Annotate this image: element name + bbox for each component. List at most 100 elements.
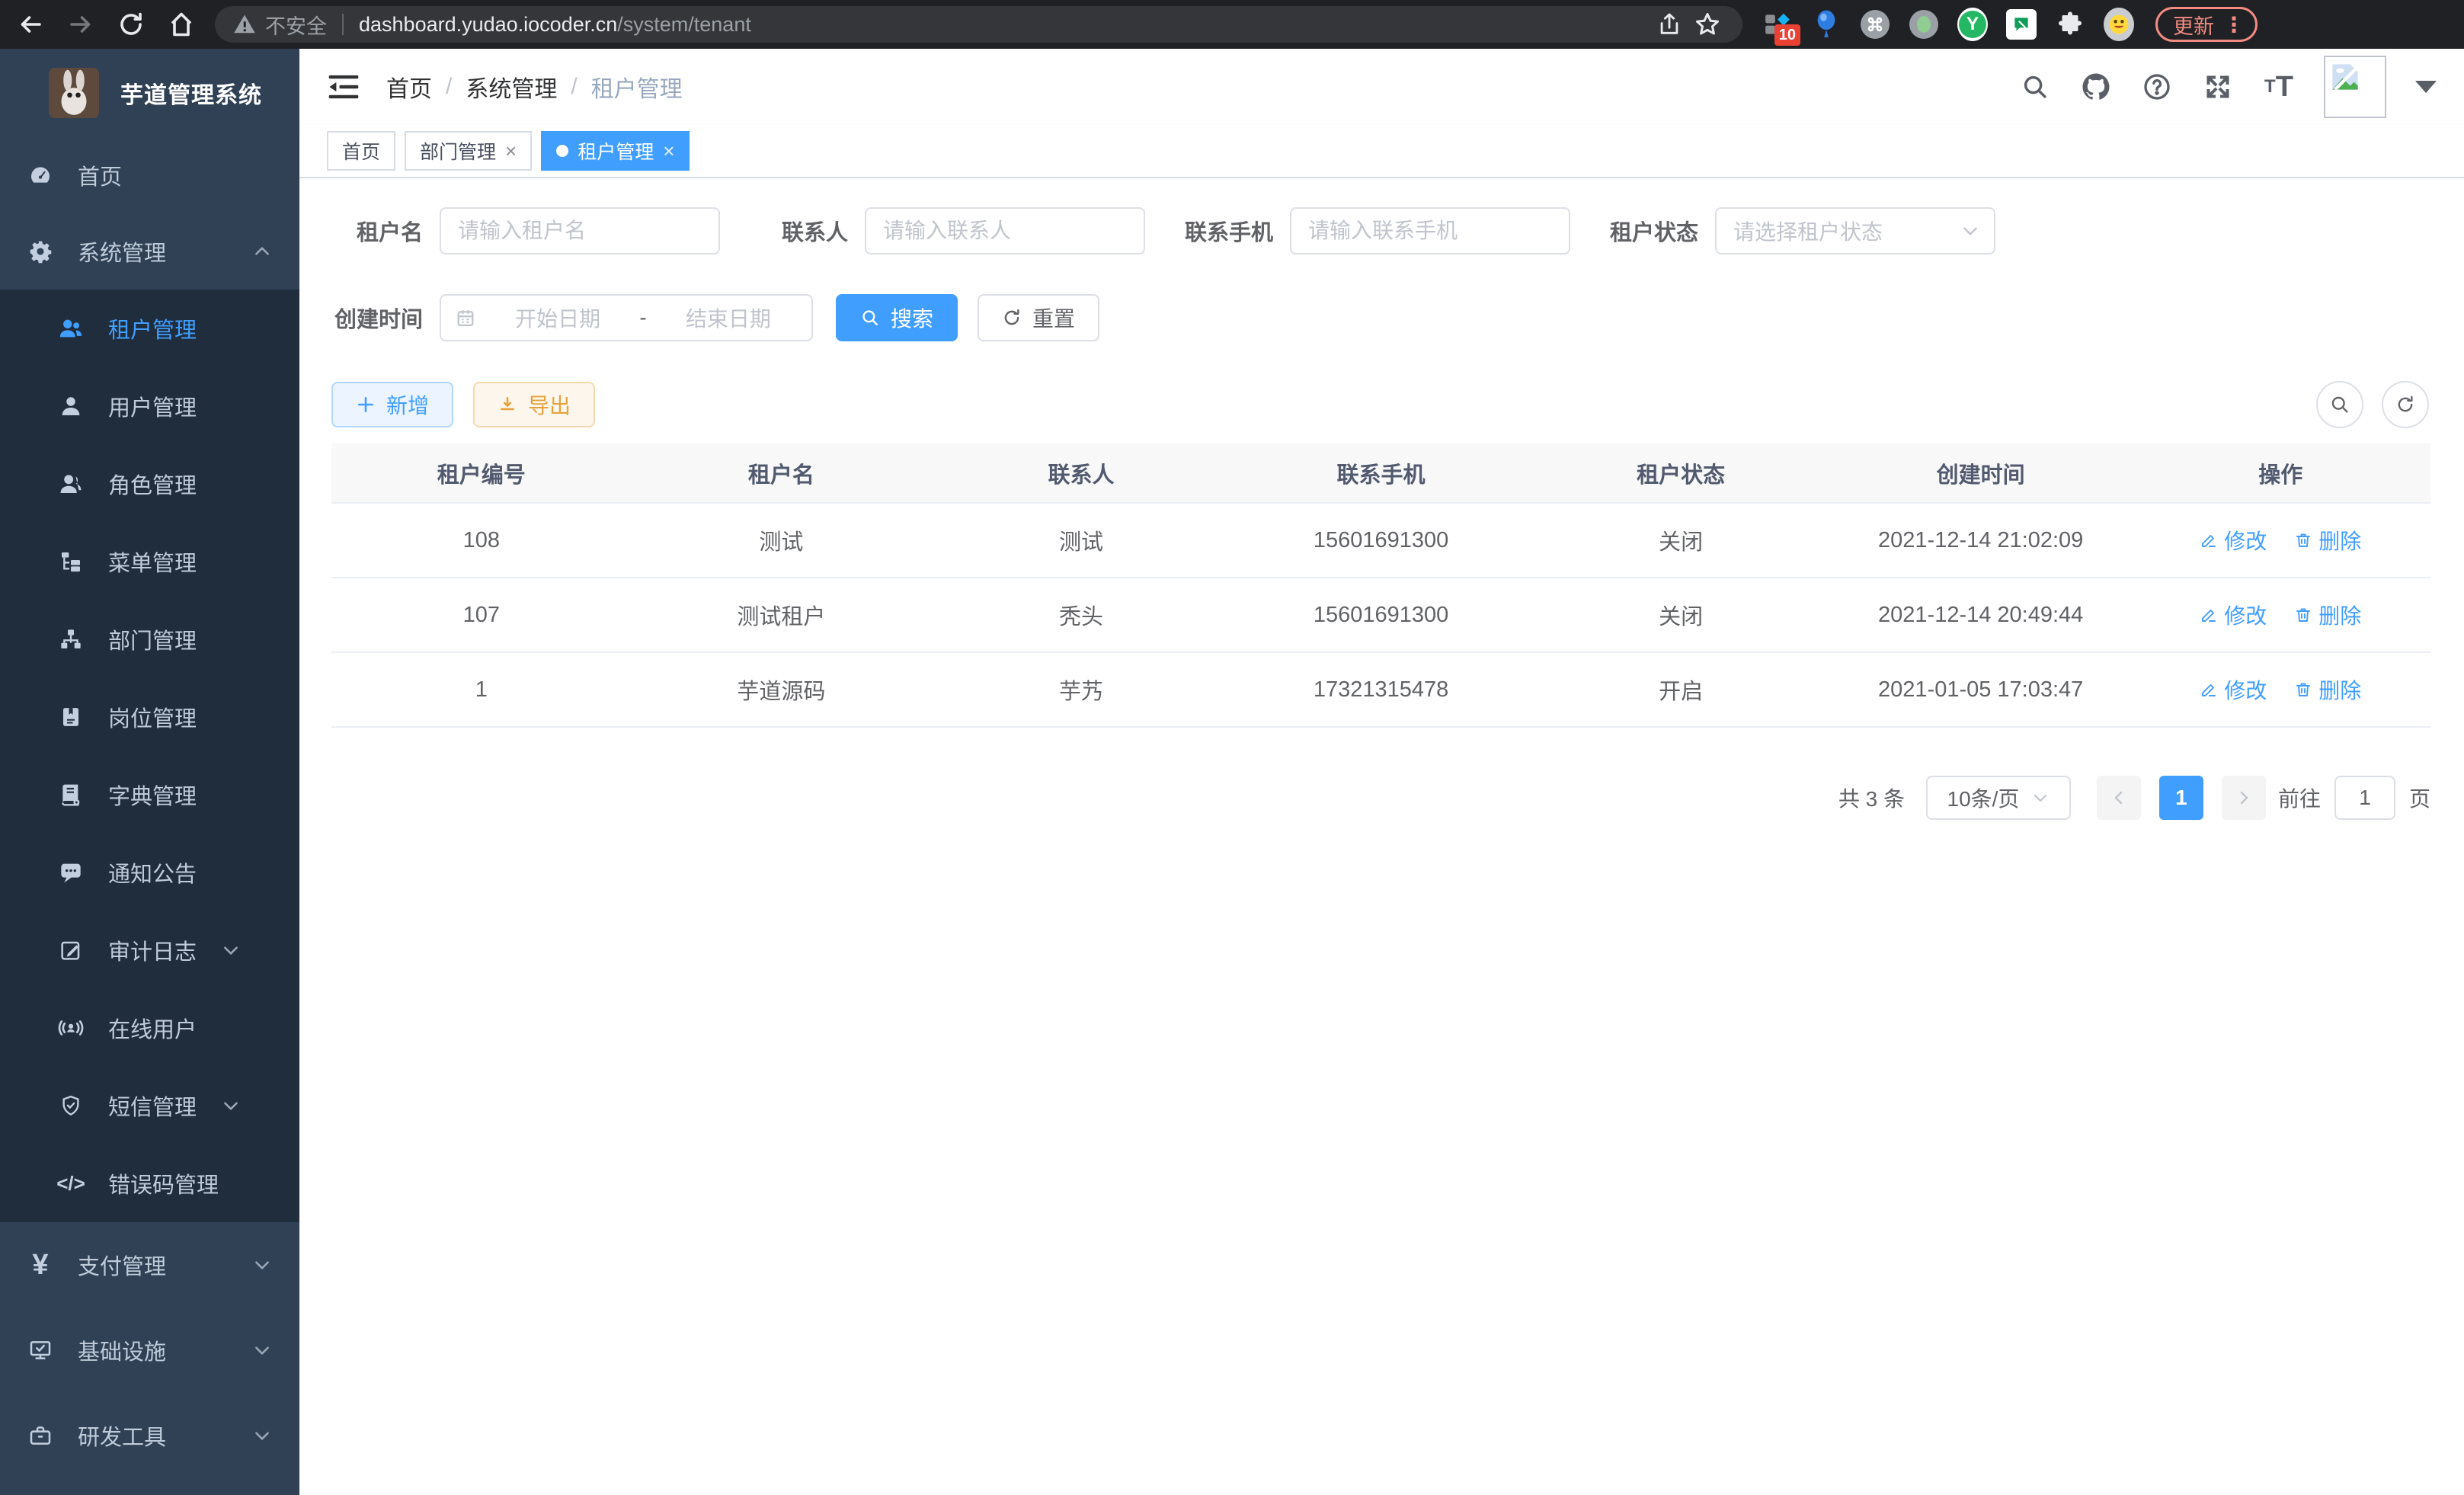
github-icon[interactable] xyxy=(2080,71,2112,103)
status-select[interactable]: 请选择租户状态 xyxy=(1715,207,1995,255)
home-icon[interactable] xyxy=(165,8,198,41)
sidebar-item-user[interactable]: 用户管理 xyxy=(0,367,299,445)
refresh-table-button[interactable] xyxy=(2382,381,2429,428)
pagination-total: 共 3 条 xyxy=(1838,783,1905,813)
avatar-caret-icon[interactable] xyxy=(2415,81,2437,93)
goto-page-input[interactable] xyxy=(2334,776,2395,820)
sidebar-item-label: 研发工具 xyxy=(78,1420,228,1452)
chrome-menu-icon[interactable]: ⋮ xyxy=(2223,12,2245,37)
delete-link[interactable]: 删除 xyxy=(2294,674,2361,705)
delete-link[interactable]: 删除 xyxy=(2294,600,2361,630)
reload-icon[interactable] xyxy=(114,8,148,41)
sidebar-item-infra[interactable]: 基础设施 xyxy=(0,1308,299,1393)
toolbar-row: 新增 导出 xyxy=(331,381,595,428)
start-date-placeholder[interactable]: 开始日期 xyxy=(488,303,627,333)
forward-icon[interactable] xyxy=(64,8,98,41)
extension-hangouts-icon[interactable] xyxy=(2006,9,2037,40)
chevron-up-icon xyxy=(252,242,272,261)
contact-label: 联系人 xyxy=(757,215,848,247)
user-icon xyxy=(58,393,84,419)
search-button[interactable]: 搜索 xyxy=(836,294,958,341)
prev-page-button[interactable] xyxy=(2097,776,2141,820)
sidebar-item-menu[interactable]: 菜单管理 xyxy=(0,523,299,600)
extension-puzzle-icon[interactable] xyxy=(2055,9,2085,40)
tab-dept[interactable]: 部门管理 × xyxy=(405,131,532,171)
back-icon[interactable] xyxy=(14,8,47,41)
end-date-placeholder[interactable]: 结束日期 xyxy=(659,303,798,333)
show-search-toggle-button[interactable] xyxy=(2316,381,2363,428)
extension-balloon-icon[interactable] xyxy=(1811,9,1842,40)
cell-status: 开启 xyxy=(1531,653,1831,726)
edit-link[interactable]: 修改 xyxy=(2200,525,2267,555)
download-icon xyxy=(498,395,517,415)
add-button[interactable]: 新增 xyxy=(331,382,453,427)
sidebar-item-sms[interactable]: 短信管理 xyxy=(0,1067,299,1144)
edit-link[interactable]: 修改 xyxy=(2200,600,2267,630)
close-icon[interactable]: × xyxy=(505,141,517,161)
add-button-label: 新增 xyxy=(386,389,429,420)
page-size-value: 10条/页 xyxy=(1947,783,2020,813)
sidebar-item-system[interactable]: 系统管理 xyxy=(0,213,299,290)
reset-button[interactable]: 重置 xyxy=(978,294,1099,341)
sidebar-item-error-code[interactable]: </> 错误码管理 xyxy=(0,1144,299,1222)
date-range-picker[interactable]: 开始日期 - 结束日期 xyxy=(440,294,813,341)
chrome-update-button[interactable]: 更新 ⋮ xyxy=(2155,7,2258,42)
chevron-down-icon xyxy=(252,1255,272,1275)
not-secure-warning-icon[interactable] xyxy=(233,13,256,36)
sidebar-item-payment[interactable]: ¥ 支付管理 xyxy=(0,1222,299,1308)
extension-green-dot-icon[interactable] xyxy=(1909,9,1939,40)
chevron-down-icon xyxy=(221,1096,241,1116)
share-icon[interactable] xyxy=(1653,8,1686,41)
font-size-icon[interactable]: TT xyxy=(2263,71,2295,103)
shield-check-icon xyxy=(58,1093,84,1119)
sidebar-item-tenant[interactable]: 租户管理 xyxy=(0,290,299,367)
sidebar-item-online-users[interactable]: 在线用户 xyxy=(0,989,299,1067)
sidebar-item-role[interactable]: 角色管理 xyxy=(0,445,299,523)
extension-yuque-icon[interactable]: Y xyxy=(1957,9,1988,40)
tab-home[interactable]: 首页 xyxy=(327,131,395,171)
contact-input[interactable] xyxy=(865,207,1145,255)
sidebar-item-post[interactable]: 岗位管理 xyxy=(0,678,299,756)
sidebar-item-dept[interactable]: 部门管理 xyxy=(0,600,299,678)
bookmark-star-icon[interactable] xyxy=(1691,8,1724,41)
breadcrumb-home[interactable]: 首页 xyxy=(386,70,432,104)
sidebar-item-dict[interactable]: 字典管理 xyxy=(0,756,299,834)
extension-emoji-icon[interactable] xyxy=(2104,9,2134,40)
export-button[interactable]: 导出 xyxy=(473,382,595,427)
sidebar-item-home[interactable]: 首页 xyxy=(0,137,299,213)
extension-command-icon[interactable] xyxy=(1860,9,1890,40)
delete-link[interactable]: 删除 xyxy=(2294,525,2361,555)
sidebar-item-label: 首页 xyxy=(78,159,272,191)
cell-contact: 测试 xyxy=(931,504,1231,577)
browser-toolbar: 不安全 dashboard.yudao.iocoder.cn/system/te… xyxy=(0,0,2464,49)
sidebar-item-audit-log[interactable]: 审计日志 xyxy=(0,911,299,989)
sidebar-fold-icon[interactable] xyxy=(327,72,360,102)
page-content: 租户名 联系人 联系手机 租户状态 请选择租户状态 创建时间 xyxy=(299,178,2464,1495)
online-user-icon xyxy=(58,1015,84,1041)
breadcrumb-system[interactable]: 系统管理 xyxy=(466,70,557,104)
app-logo-row[interactable]: 芋道管理系统 xyxy=(0,49,299,137)
cell-created: 2021-12-14 21:02:09 xyxy=(1831,504,2131,577)
search-icon[interactable] xyxy=(2019,71,2051,103)
edit-link[interactable]: 修改 xyxy=(2200,674,2267,705)
current-page-button[interactable]: 1 xyxy=(2159,776,2203,820)
tenant-name-input[interactable] xyxy=(440,207,720,255)
avatar-broken-image[interactable] xyxy=(2324,56,2386,118)
url-text[interactable]: dashboard.yudao.iocoder.cn/system/tenant xyxy=(359,13,751,37)
tab-tenant[interactable]: 租户管理 × xyxy=(541,131,690,171)
phone-input[interactable] xyxy=(1290,207,1570,255)
extension-tampermonkey-icon[interactable]: 10 xyxy=(1762,9,1793,40)
sidebar-item-notice[interactable]: 通知公告 xyxy=(0,834,299,911)
chevron-down-icon xyxy=(221,940,241,960)
help-icon[interactable] xyxy=(2141,71,2173,103)
fullscreen-icon[interactable] xyxy=(2202,71,2234,103)
header-actions: TT xyxy=(2019,56,2437,118)
address-bar[interactable]: 不安全 dashboard.yudao.iocoder.cn/system/te… xyxy=(215,6,1742,43)
next-page-button[interactable] xyxy=(2222,776,2266,820)
sidebar-item-devtools[interactable]: 研发工具 xyxy=(0,1393,299,1478)
update-label: 更新 xyxy=(2173,10,2214,40)
chevron-down-icon xyxy=(1960,221,1980,241)
page-size-select[interactable]: 10条/页 xyxy=(1926,776,2071,820)
sidebar-item-label: 在线用户 xyxy=(108,1012,197,1044)
close-icon[interactable]: × xyxy=(663,141,674,161)
